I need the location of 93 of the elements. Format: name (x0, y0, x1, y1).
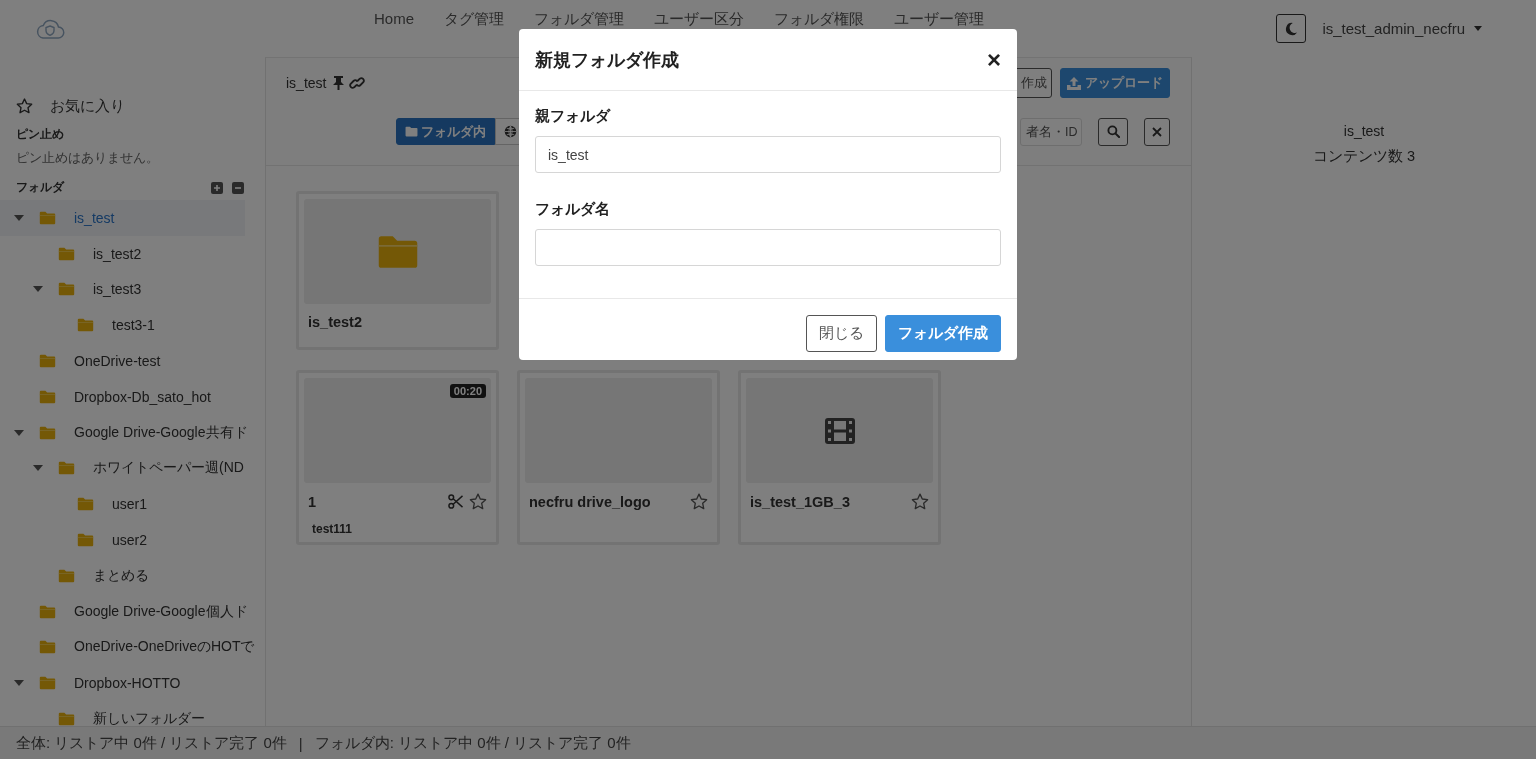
tree-item[interactable]: 新しいフォルダー (0, 701, 245, 726)
collapse-all-icon[interactable] (232, 181, 244, 194)
folder-icon (58, 712, 75, 726)
upload-button[interactable]: アップロード (1060, 68, 1170, 98)
upload-icon (1067, 76, 1081, 90)
caret-down-icon (1474, 26, 1482, 31)
caret-down-icon (14, 680, 24, 687)
folder-icon (39, 354, 56, 369)
tree-item[interactable]: OneDrive-test (0, 343, 245, 379)
folder-name: is_test (1343, 123, 1385, 139)
dark-mode-button[interactable] (1276, 14, 1307, 43)
close-icon (1152, 126, 1162, 137)
status-text: フォルダ内: リストア中 0件 / リストア完了 0件 (314, 733, 631, 753)
nav-link[interactable]: Home (374, 10, 414, 27)
folder-icon (39, 210, 56, 225)
dialog-title: 新規フォルダ作成 (535, 48, 679, 72)
tree-item[interactable]: user1 (0, 486, 245, 523)
content-count: コンテンツ数 3 (1312, 147, 1416, 166)
folder-icon (405, 126, 418, 137)
tree-item[interactable]: ホワイトペーパー週(ND (0, 450, 245, 487)
file-name: is_test_1GB_3 (750, 493, 850, 510)
star-icon[interactable] (911, 493, 929, 510)
search-field[interactable]: 者名・ID (1020, 117, 1082, 146)
tree-item[interactable]: Dropbox-Db_sato_hot (0, 379, 245, 415)
tree-item[interactable]: Google Drive-Google共有ド (0, 414, 248, 451)
tree-item[interactable]: test3-1 (0, 307, 245, 344)
star-icon (16, 98, 33, 114)
empty-message: ピン止めはありません。 (15, 149, 160, 167)
caret-down-icon (33, 465, 43, 472)
caret-down-icon (14, 214, 24, 221)
file-name: necfru drive_logo (529, 493, 651, 510)
caret-down-icon (14, 429, 24, 436)
close-button[interactable]: 閉じる (806, 315, 877, 352)
folder-icon (58, 568, 75, 583)
search-button[interactable] (1098, 117, 1128, 146)
nav-link[interactable]: ユーザー管理 (894, 10, 984, 27)
close-button[interactable]: × (985, 47, 1003, 72)
nav-link[interactable]: フォルダ管理 (534, 10, 624, 27)
folder-icon (39, 604, 56, 619)
moon-icon (1284, 21, 1299, 36)
expand-all-icon[interactable] (211, 181, 223, 194)
search-icon (1106, 125, 1120, 138)
file-name: 1 (308, 493, 317, 510)
pin-icon[interactable] (333, 76, 345, 90)
tag-label[interactable]: test111 (308, 521, 357, 537)
section-heading: ピン止め (15, 126, 65, 143)
file-card[interactable]: is_test2 (296, 191, 499, 350)
file-card[interactable]: 00:20 1 test111 (296, 370, 499, 545)
link-icon[interactable] (349, 76, 366, 90)
folder-icon (39, 425, 56, 440)
tree-item[interactable]: まとめる (0, 557, 245, 594)
nav-link[interactable]: ユーザー区分 (654, 10, 744, 27)
tree-item[interactable]: is_test3 (0, 271, 245, 308)
input-field[interactable]: is_test (535, 136, 1001, 173)
tree-item[interactable]: is_test (0, 200, 245, 236)
create-folder-button[interactable]: フォルダ作成 (885, 315, 1001, 352)
folder-icon (77, 533, 94, 548)
caret-down-icon (33, 286, 43, 293)
folder-icon (77, 318, 94, 333)
separator: | (298, 734, 303, 752)
globe-icon (504, 125, 517, 138)
tree-item[interactable]: OneDrive-OneDriveのHOTで (0, 629, 255, 666)
input-field[interactable] (535, 229, 1001, 266)
breadcrumb[interactable]: is_test (286, 75, 327, 91)
folder-icon (39, 640, 56, 655)
scissors-icon[interactable] (448, 494, 463, 509)
favorites-link[interactable]: お気に入り (50, 96, 125, 116)
folder-icon (58, 282, 75, 297)
field-label: 親フォルダ (535, 107, 612, 126)
nav-link[interactable]: フォルダ権限 (774, 10, 864, 27)
clear-button[interactable] (1144, 117, 1170, 146)
file-name: is_test2 (308, 314, 362, 330)
folder-icon (58, 246, 75, 261)
star-icon[interactable] (690, 493, 708, 510)
tree-item[interactable]: Google Drive-Google個人ド (0, 593, 248, 630)
film-icon (824, 417, 855, 444)
folder-icon (77, 497, 94, 512)
tree-item[interactable]: user2 (0, 522, 245, 558)
scope-tab[interactable]: フォルダ内 (396, 118, 495, 145)
section-heading: フォルダ (16, 179, 64, 196)
file-card[interactable]: is_test_1GB_3 (738, 370, 941, 545)
nav-link[interactable]: タグ管理 (444, 10, 504, 27)
status-text: 全体: リストア中 0件 / リストア完了 0件 (16, 733, 287, 753)
tree-item[interactable]: Dropbox-HOTTO (0, 665, 245, 702)
file-card[interactable]: necfru drive_logo (517, 370, 720, 545)
folder-icon (39, 676, 56, 691)
field-label: フォルダ名 (535, 200, 611, 219)
user-menu[interactable]: is_test_admin_necfru (1322, 20, 1482, 37)
duration-badge: 00:20 (449, 384, 486, 398)
star-icon[interactable] (469, 493, 487, 510)
folder-icon (39, 389, 56, 404)
folder-icon (58, 461, 75, 476)
folder-icon (376, 233, 419, 270)
